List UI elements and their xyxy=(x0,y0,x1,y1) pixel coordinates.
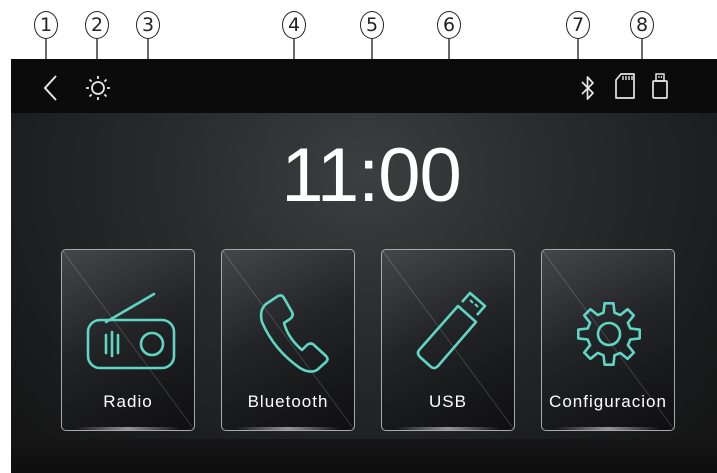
gear-outline xyxy=(576,301,641,366)
usb-drive-icon xyxy=(652,73,668,99)
callout-number-7: 7 xyxy=(566,11,590,39)
callout-number-8: 8 xyxy=(630,11,654,39)
callout-number-1: 1 xyxy=(34,11,58,39)
clock-time: 11:00 xyxy=(281,133,462,218)
callout-number-2: 2 xyxy=(85,11,109,39)
brightness-icon[interactable] xyxy=(85,75,111,101)
configuracion-tile-label: Configuracion xyxy=(549,392,667,411)
usb-tile[interactable]: USB xyxy=(381,249,515,431)
bluetooth-icon xyxy=(581,76,594,100)
callout-number-6: 6 xyxy=(437,11,461,39)
back-chevron-icon[interactable] xyxy=(42,74,60,102)
usb-tile-label: USB xyxy=(429,392,467,411)
tile-glow xyxy=(76,427,180,430)
callout-number-4: 4 xyxy=(282,11,306,39)
bluetooth-tile[interactable]: Bluetooth xyxy=(221,249,355,431)
tile-glow xyxy=(396,427,500,430)
callout-number-3: 3 xyxy=(136,11,160,39)
tile-glow xyxy=(236,427,340,430)
status-bar xyxy=(11,59,717,113)
radio-tile[interactable]: Radio xyxy=(61,249,195,431)
bluetooth-tile-label: Bluetooth xyxy=(247,392,329,411)
tile-glow xyxy=(556,427,660,430)
head-unit-screen: 11:00 Radio Bluetooth USB Configuracion xyxy=(11,59,717,473)
configuracion-tile[interactable]: Configuracion xyxy=(541,249,675,431)
screen-floor xyxy=(11,439,717,473)
sd-card-icon xyxy=(615,73,635,99)
callout-number-5: 5 xyxy=(360,11,384,39)
radio-tile-label: Radio xyxy=(103,392,153,411)
